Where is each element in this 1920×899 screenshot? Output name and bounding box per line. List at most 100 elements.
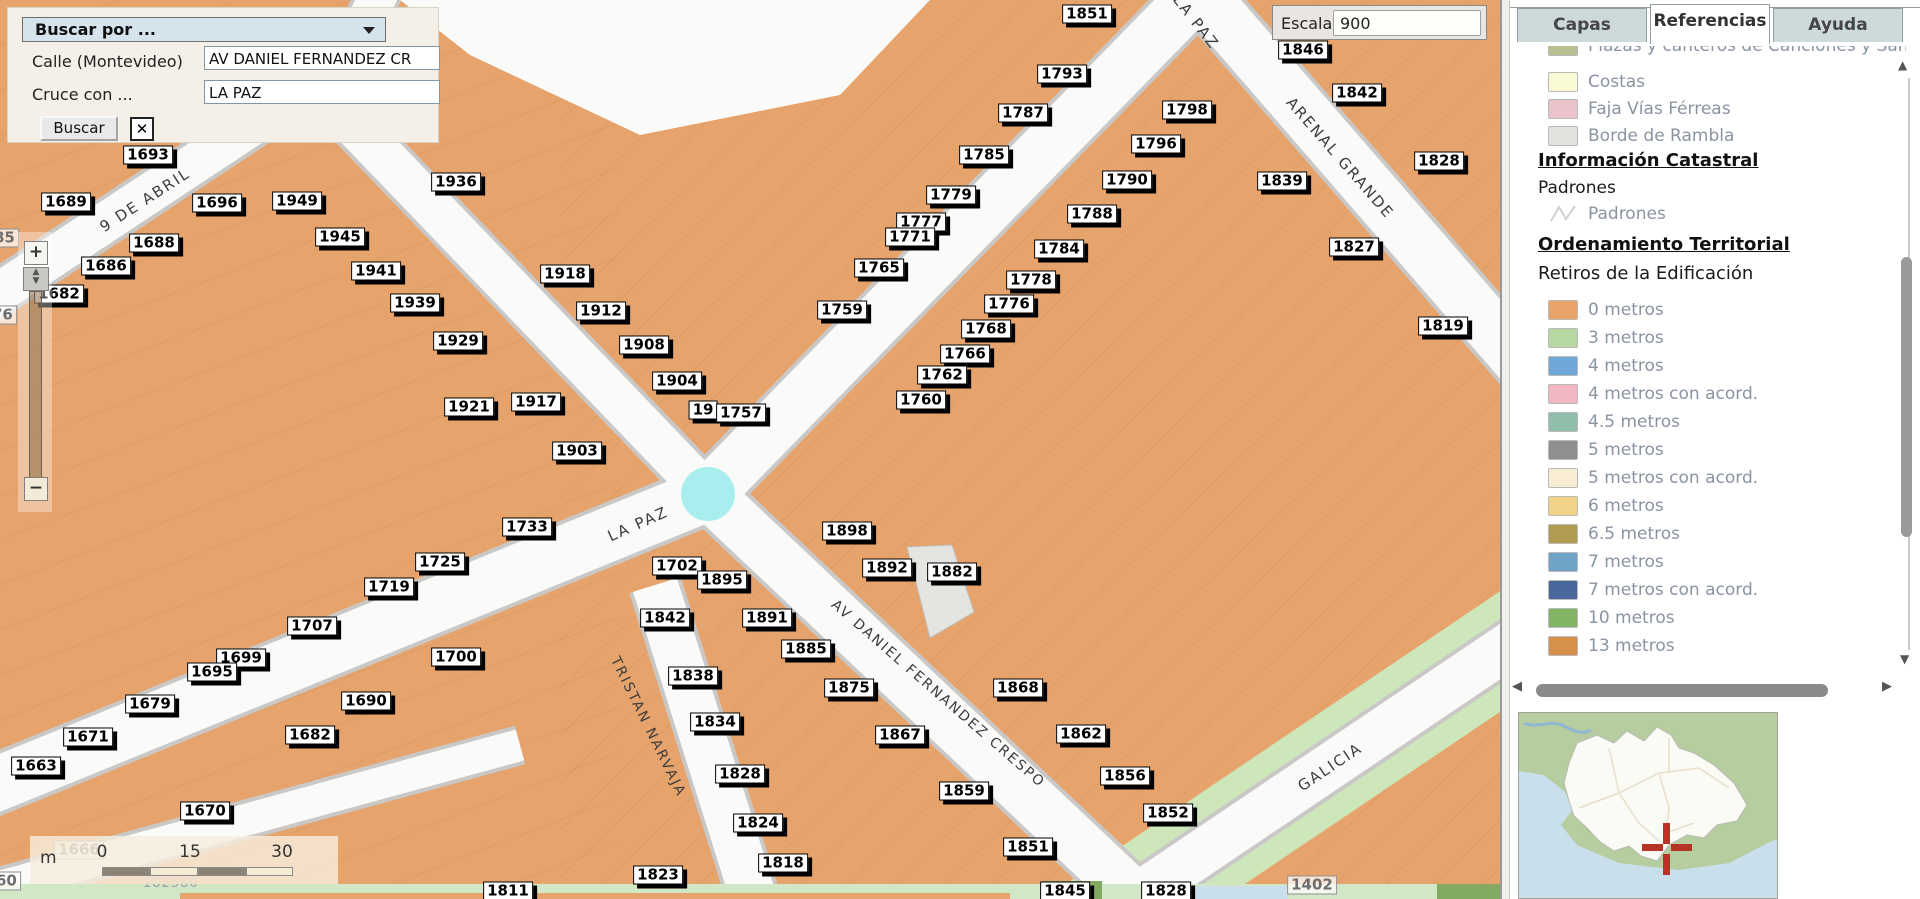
legend-row: Borde de Rambla [1548,124,1734,148]
legend-row: 10 metros [1548,606,1675,630]
parcel-number-label: 1851 [1003,838,1053,857]
tab-bar: CapasReferenciasAyuda [1510,0,1920,42]
parcel-number-label: 1949 [272,192,322,211]
parcel-number-label: 1793 [1037,65,1087,84]
legend-row: 0 metros [1548,298,1664,322]
cross-field-label: Cruce con ... [32,85,133,104]
retiros-title: Retiros de la Edificación [1538,263,1753,284]
legend-partial-row: Plazas y canteros de Canciones y San [1510,46,1906,66]
parcel-number-label: 1784 [1034,240,1084,259]
parcel-number-label: 1796 [1131,135,1181,154]
scalebar-segment [246,867,293,876]
scalebar-segment [150,867,198,876]
parcel-number-label: 1787 [998,104,1048,123]
overview-minimap[interactable] [1518,712,1778,899]
parcel-number-label: 1904 [652,372,702,391]
parcel-number-label: 1686 [81,257,131,276]
legend-swatch [1548,126,1578,146]
search-by-value: Buscar por ... [35,20,156,39]
parcel-number-label: 1823 [633,866,683,885]
parcel-number-label: 1402 [1287,876,1337,895]
parcel-number-label: 1929 [433,332,483,351]
legend-row: Plazas y canteros de Canciones y San [1548,46,1906,58]
parcel-number-label: 1834 [690,713,740,732]
scalebar-tick: 15 [179,842,201,862]
legend-row-padrones: Padrones [1548,202,1666,226]
parcel-number-label: 1766 [940,345,990,364]
parcel-number-label: 1682 [285,726,335,745]
close-icon[interactable]: ✕ [130,117,154,141]
legend-swatch [1548,636,1578,656]
street-input[interactable]: AV DANIEL FERNANDEZ CR [204,46,440,70]
parcel-number-label: 1827 [1329,238,1379,257]
parcel-number-label: 1912 [576,302,626,321]
parcel-number-label: 1660 [0,872,21,891]
parcel-number-label: 1771 [885,228,935,247]
scalebar: m 01530 [30,836,338,884]
parcel-number-label: 1859 [939,782,989,801]
parcel-number-label: 1811 [483,882,533,899]
search-by-select[interactable]: Buscar por ... [22,17,386,42]
parcel-number-label: 1671 [63,728,113,747]
parcel-number-label: 1856 [1100,767,1150,786]
street-field-label: Calle (Montevideo) [32,52,183,71]
section-informacion-catastral: Información Catastral [1538,150,1758,171]
parcel-number-label: 1867 [875,726,925,745]
horizontal-scrollbar-thumb[interactable] [1536,684,1828,697]
scroll-up-icon[interactable]: ▲ [1898,58,1907,72]
parcel-number-label: 1695 [187,663,237,682]
legend-row: 3 metros [1548,326,1664,350]
scroll-down-icon[interactable]: ▼ [1900,652,1909,666]
parcel-number-label: 1885 [781,640,831,659]
legend-swatch [1548,328,1578,348]
parcel-number-label: 1693 [123,146,173,165]
legend-swatch [1548,440,1578,460]
parcel-number-label: 1862 [1056,725,1106,744]
legend-row: 6.5 metros [1548,522,1680,546]
intersection-highlight [681,467,735,521]
map-canvas[interactable]: 9 DE ABRILLA PAZLA PAZARENAL GRANDEAV DA… [0,0,1500,899]
zoom-slider-handle[interactable]: ▲▼ [23,267,49,291]
legend-swatch [1548,72,1578,92]
legend-swatch [1548,608,1578,628]
parcel-number-label: 1685 [0,229,19,248]
cross-input[interactable]: LA PAZ [204,80,440,104]
parcel-number-label: 1842 [640,609,690,628]
parcel-number-label: 1875 [824,679,874,698]
parcel-number-label: 1917 [511,393,561,412]
padrones-line-icon [1548,204,1578,224]
search-button[interactable]: Buscar [40,116,118,141]
panel-divider [1500,0,1510,899]
parcel-number-label: 1776 [984,295,1034,314]
scroll-right-icon[interactable]: ▶ [1882,679,1892,694]
parcel-number-label: 1779 [926,186,976,205]
parcel-number-label: 1852 [1143,804,1193,823]
legend-swatch [1548,496,1578,516]
parcel-number-label: 1828 [1141,882,1191,899]
parcel-number-label: 1846 [1278,41,1328,60]
scroll-left-icon[interactable]: ◀ [1512,679,1522,694]
scalebar-unit: m [40,848,57,868]
legend-swatch [1548,580,1578,600]
zoom-in-button[interactable]: + [24,241,48,265]
parcel-number-label: 1882 [927,563,977,582]
parcel-number-label: 1824 [733,814,783,833]
zoom-out-button[interactable]: − [24,477,48,501]
legend-swatch [1548,524,1578,544]
parcel-number-label: 1845 [1040,882,1090,899]
parcel-number-label: 1765 [854,259,904,278]
parcel-number-label: 1757 [716,404,766,423]
parcel-number-label: 1921 [444,398,494,417]
tab-ayuda[interactable]: Ayuda [1773,8,1903,42]
legend-swatch [1548,300,1578,320]
parcel-number-label: 1903 [552,442,602,461]
parcel-number-label: 1785 [959,146,1009,165]
scale-input[interactable]: 900 [1333,10,1481,36]
legend-swatch [1548,356,1578,376]
parcel-number-label: 1842 [1332,84,1382,103]
parcel-number-label: 1828 [715,765,765,784]
zoom-slider-track[interactable] [29,291,42,479]
tab-referencias[interactable]: Referencias [1650,4,1770,44]
tab-capas[interactable]: Capas [1517,8,1647,42]
vertical-scrollbar-thumb[interactable] [1901,257,1912,537]
